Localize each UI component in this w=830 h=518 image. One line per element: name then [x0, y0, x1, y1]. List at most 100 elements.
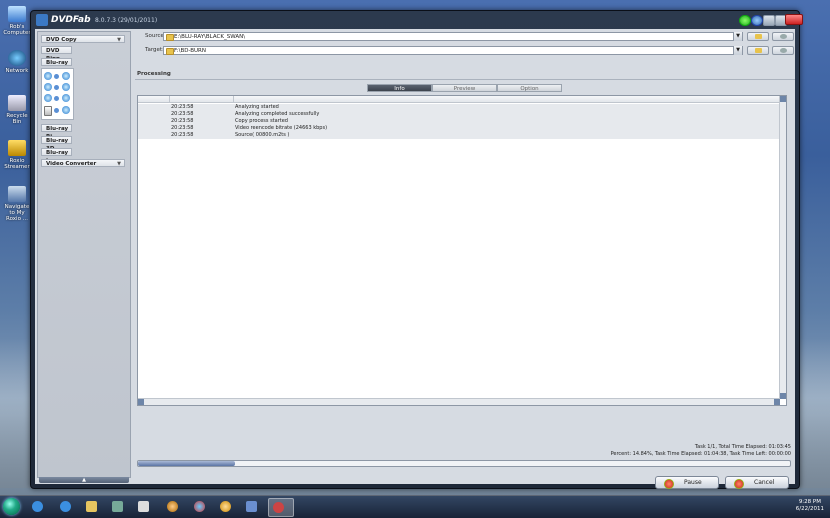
gear-icon: [780, 48, 787, 53]
sidebar-item-label: DVD Copy: [46, 37, 77, 43]
sidebar-item-bluray-ripper[interactable]: Blu-ray Ri: [41, 124, 72, 140]
source-open-button[interactable]: [747, 32, 769, 41]
start-button[interactable]: [3, 498, 20, 515]
desktop-icon-computer[interactable]: Rob's Computer: [2, 6, 32, 36]
table-row: 20:23:58 Video reencode bitrate (24663 k…: [138, 125, 780, 132]
disc-icon: [44, 72, 52, 80]
tab-preview[interactable]: Preview: [432, 84, 497, 92]
target-settings-button[interactable]: [772, 46, 794, 55]
sidebar-item-dvd-ripper[interactable]: DVD Ripp: [41, 46, 72, 62]
pause-button[interactable]: Pause: [655, 476, 719, 489]
desktop-icon-recycle-bin[interactable]: Recycle Bin: [2, 95, 32, 125]
log-time: 20:23:58: [171, 104, 194, 110]
roxio-navigate-icon: [8, 186, 26, 202]
scroll-up-icon[interactable]: [780, 96, 786, 102]
chevron-down-icon[interactable]: ▼: [733, 46, 742, 55]
copy-mode-main-movie[interactable]: [44, 82, 72, 92]
table-row: 20:23:58 Copy process started: [138, 118, 780, 125]
help-icon[interactable]: [751, 15, 763, 26]
desktop-icon-network[interactable]: Network: [2, 50, 32, 74]
taskbar-ie-2[interactable]: [56, 498, 76, 515]
source-settings-button[interactable]: [772, 32, 794, 41]
minimize-button[interactable]: [763, 15, 775, 26]
tab-info[interactable]: Info: [367, 84, 432, 92]
browser-icon: [194, 501, 205, 512]
sidebar-item-video-converter[interactable]: Video Converter ▼: [41, 159, 125, 167]
system-clock[interactable]: 9:28 PM 6/22/2011: [796, 499, 824, 513]
sidebar: DVD Copy ▼ DVD Ripp Blu-ray Co: [37, 31, 131, 483]
sidebar-item-bluray-copy[interactable]: Blu-ray Co: [41, 58, 72, 74]
scroll-right-icon[interactable]: [774, 399, 780, 405]
media-icon: [220, 501, 231, 512]
taskbar-dvd[interactable]: [163, 498, 183, 515]
desktop-icon-label: Roxio Streamer: [4, 158, 30, 170]
sidebar-item-dvd-copy[interactable]: DVD Copy ▼: [41, 35, 125, 43]
log-time: 20:23:58: [171, 118, 194, 124]
source-value: E:\BLU-RAY\BLACK_SWAN\: [174, 34, 246, 40]
document-icon: [44, 106, 52, 116]
tab-option[interactable]: Option: [497, 84, 562, 92]
cancel-button[interactable]: Cancel: [725, 476, 789, 489]
cancel-icon: [734, 479, 744, 489]
log-header-col[interactable]: [138, 96, 170, 102]
close-button[interactable]: [785, 14, 803, 25]
arrow-icon: [54, 74, 59, 79]
client-area: DVD Copy ▼ DVD Ripp Blu-ray Co: [35, 29, 795, 489]
desktop-icon-navigate-roxio[interactable]: Navigate to My Roxio ...: [2, 186, 32, 222]
sidebar-item-bluray-to[interactable]: Blu-ray to: [41, 148, 72, 164]
dvdfab-window: DVDFab 8.0.7.3 (29/01/2011) DVD Copy ▼ D…: [30, 10, 803, 489]
sidebar-collapse-button[interactable]: ▲: [39, 477, 129, 483]
app-version: 8.0.7.3 (29/01/2011): [95, 17, 158, 24]
target-open-button[interactable]: [747, 46, 769, 55]
internet-explorer-icon: [60, 501, 71, 512]
copy-mode-customize[interactable]: [44, 93, 72, 103]
scroll-down-icon[interactable]: [780, 393, 786, 399]
taskbar-network[interactable]: [108, 498, 128, 515]
title-bar[interactable]: DVDFab 8.0.7.3 (29/01/2011): [31, 11, 803, 29]
folder-icon: [755, 48, 762, 53]
pause-label: Pause: [684, 479, 702, 486]
dvdfab-logo-icon: [273, 502, 284, 513]
log-table[interactable]: 20:23:58 Analyzing started 20:23:58 Anal…: [137, 95, 787, 406]
arrow-icon: [54, 108, 59, 113]
desktop-icon-roxio-streamer[interactable]: Roxio Streamer: [2, 140, 32, 170]
taskbar-files[interactable]: [134, 498, 154, 515]
chevron-down-icon: ▼: [117, 161, 121, 167]
disc-icon: [62, 72, 70, 80]
log-time: 20:23:58: [171, 132, 194, 138]
source-input[interactable]: E:\BLU-RAY\BLACK_SWAN\ ▼: [163, 32, 743, 41]
log-header: [138, 96, 780, 103]
clock-date: 6/22/2011: [795, 506, 824, 512]
recycle-bin-icon: [8, 95, 26, 111]
copy-mode-full-disc[interactable]: [44, 71, 72, 81]
scroll-left-icon[interactable]: [138, 399, 144, 405]
taskbar: 9:28 PM 6/22/2011: [0, 495, 830, 518]
chevron-down-icon: ▼: [117, 37, 121, 43]
network-icon: [8, 50, 26, 66]
disc-icon: [62, 94, 70, 102]
taskbar-dvdfab[interactable]: [268, 498, 294, 517]
log-message: Source( 00800.m2ts ): [235, 132, 290, 138]
target-label: Target:: [145, 47, 164, 53]
taskbar-chrome[interactable]: [190, 498, 210, 515]
disc-icon: [62, 106, 70, 114]
chevron-down-icon[interactable]: ▼: [733, 32, 742, 41]
horizontal-scrollbar[interactable]: [138, 398, 780, 405]
internet-explorer-icon: [32, 501, 43, 512]
log-header-col[interactable]: [170, 96, 234, 102]
log-time: 20:23:58: [171, 125, 194, 131]
taskbar-explorer[interactable]: [82, 498, 102, 515]
taskbar-ie[interactable]: [28, 498, 48, 515]
log-message: Analyzing started: [235, 104, 279, 110]
taskbar-app[interactable]: [242, 498, 262, 515]
pause-icon: [664, 479, 674, 489]
disc-icon: [167, 501, 178, 512]
log-message: Copy process started: [235, 118, 288, 124]
taskbar-media[interactable]: [216, 498, 236, 515]
copy-mode-clone[interactable]: [44, 105, 72, 116]
vertical-scrollbar[interactable]: [779, 96, 786, 399]
sidebar-item-bluray-3d[interactable]: Blu-ray 3D: [41, 136, 72, 152]
target-input[interactable]: F:\BD-BURN ▼: [163, 46, 743, 55]
update-icon[interactable]: [739, 15, 751, 26]
target-value: F:\BD-BURN: [174, 48, 206, 54]
